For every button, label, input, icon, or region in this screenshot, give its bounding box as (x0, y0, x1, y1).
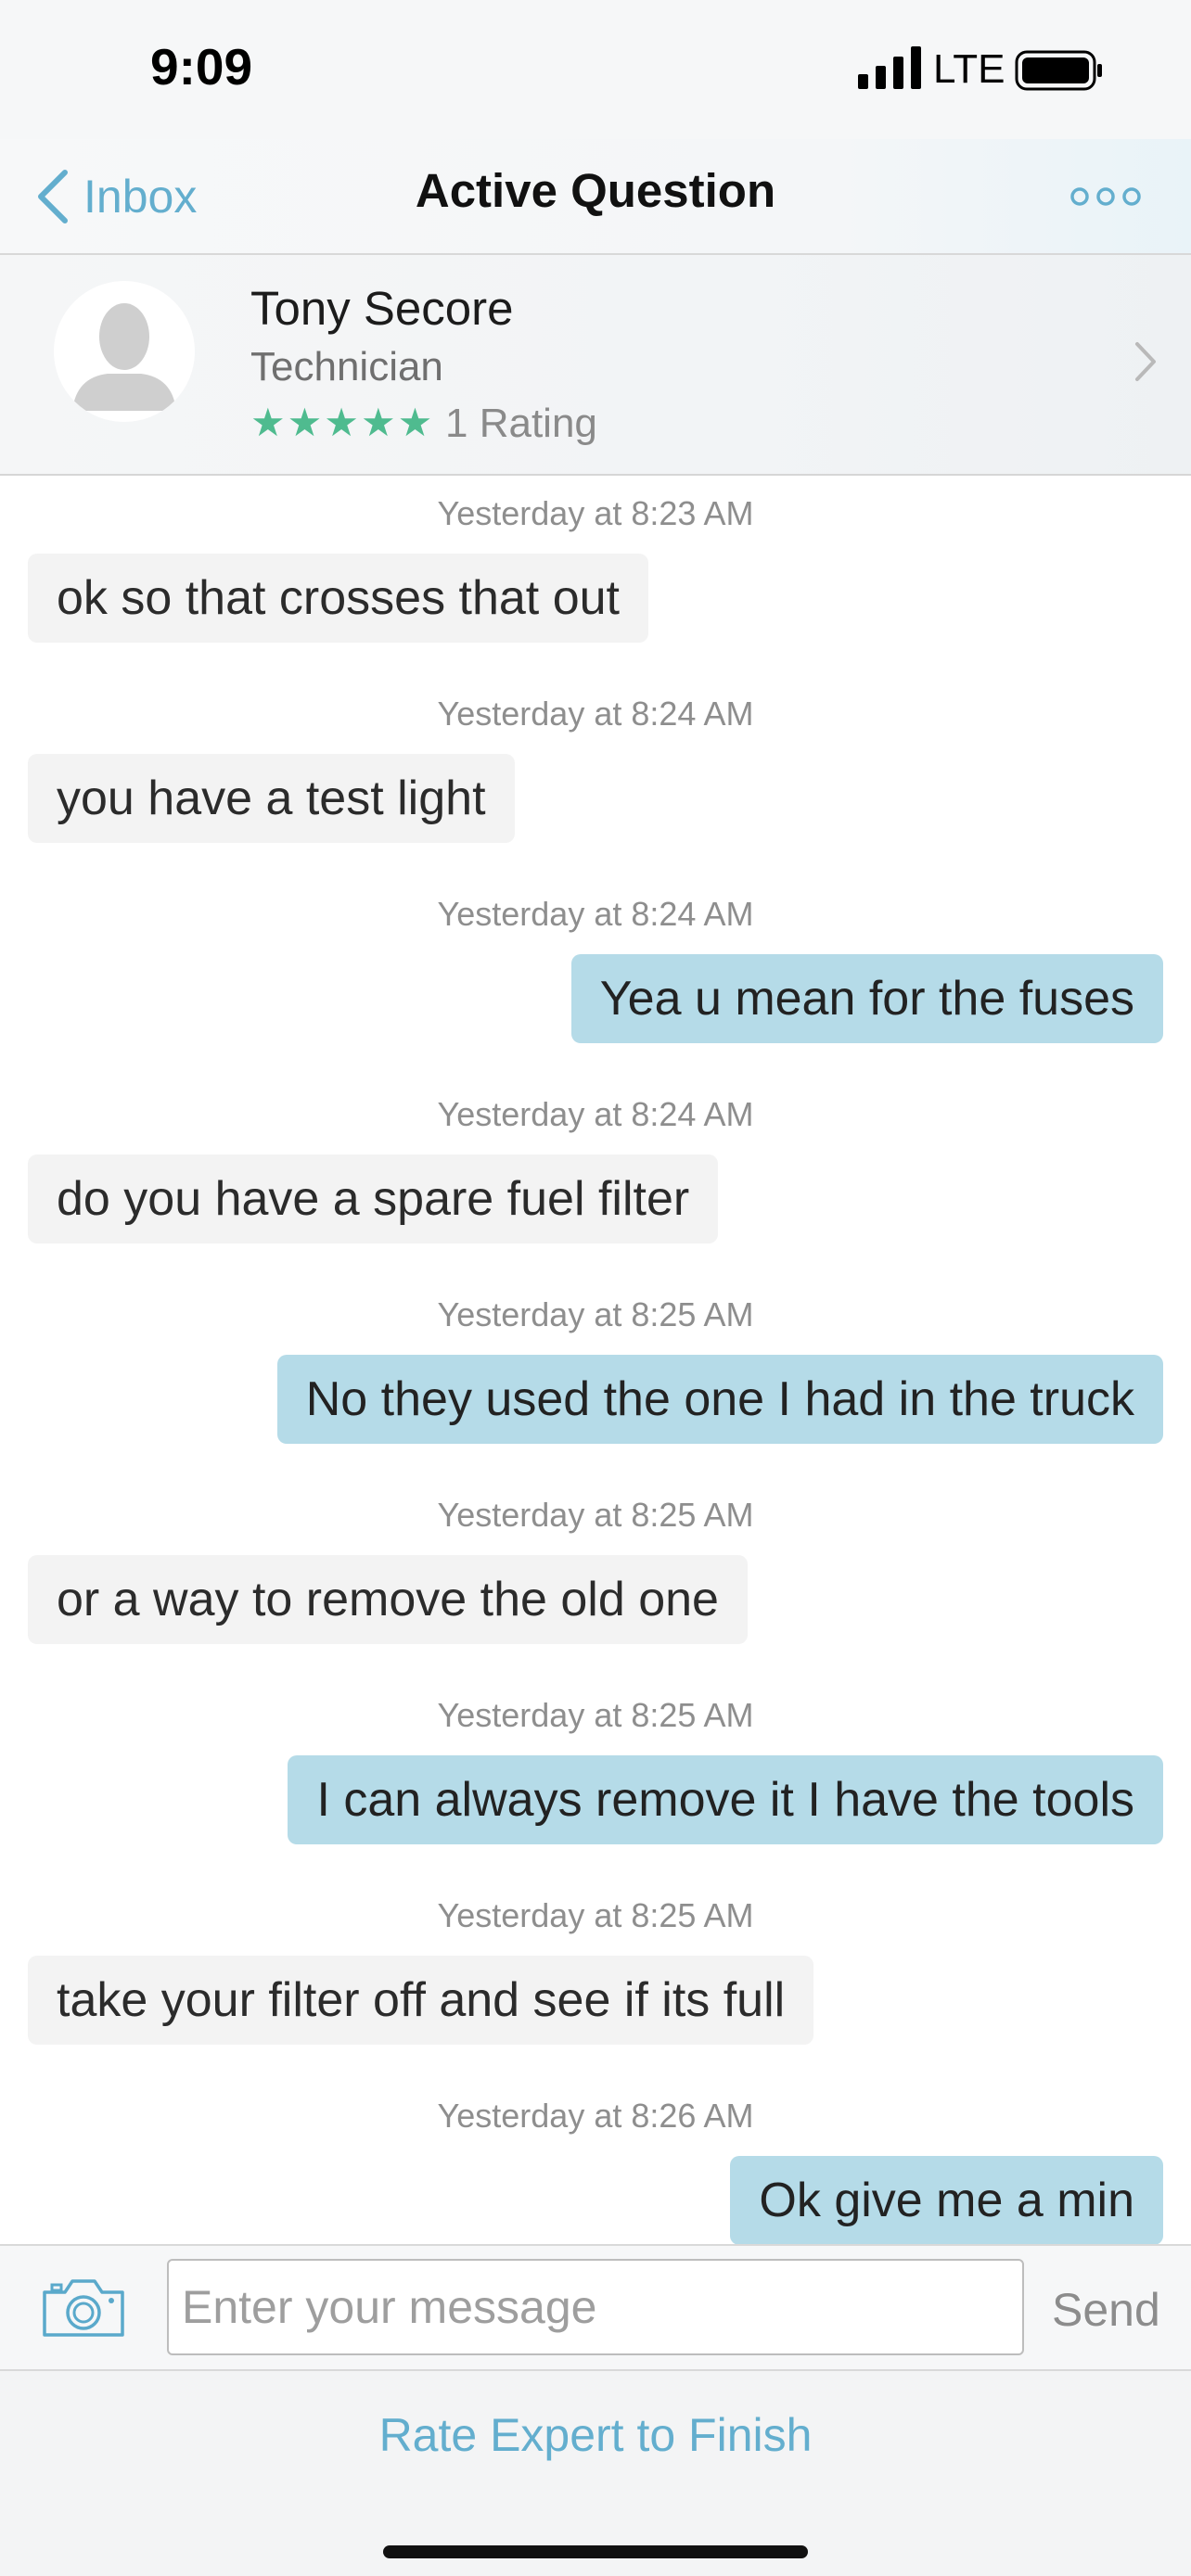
message-timestamp: Yesterday at 8:25 AM (437, 1496, 754, 1534)
message-row: Yesterday at 8:25 AM take your filter off… (0, 1878, 1191, 2078)
status-time: 9:09 (150, 38, 253, 96)
message-timestamp: Yesterday at 8:23 AM (437, 494, 754, 532)
message-row: Yesterday at 8:26 AM Ok give me a min (0, 2078, 1191, 2244)
cellular-signal-icon (858, 46, 921, 89)
send-button[interactable]: Send (1052, 2283, 1160, 2337)
message-row: Yesterday at 8:25 AM or a way to remove t… (0, 1477, 1191, 1677)
message-thread[interactable]: Yesterday at 8:23 AM ok so that crosses t… (0, 476, 1191, 2244)
rate-footer: Rate Expert to Finish (0, 2369, 1191, 2576)
message-input[interactable] (167, 2259, 1024, 2355)
status-bar: 9:09 LTE (0, 0, 1191, 139)
incoming-message-bubble[interactable]: take your filter off and see if its full (28, 1956, 814, 2045)
outgoing-message-bubble[interactable]: No they used the one I had in the truck (276, 1355, 1163, 1444)
message-row: Yesterday at 8:24 AM Yea u mean for the f… (0, 876, 1191, 1077)
message-timestamp: Yesterday at 8:24 AM (437, 1095, 754, 1133)
expert-card[interactable]: Tony Secore Technician ★★★★★ 1 Rating (0, 255, 1191, 476)
network-type: LTE (933, 46, 1005, 92)
message-composer: Send (0, 2244, 1191, 2369)
message-row: Yesterday at 8:23 AM ok so that crosses t… (0, 476, 1191, 676)
incoming-message-bubble[interactable]: or a way to remove the old one (28, 1555, 748, 1644)
message-timestamp: Yesterday at 8:25 AM (437, 1696, 754, 1734)
outgoing-message-bubble[interactable]: I can always remove it I have the tools (288, 1755, 1163, 1844)
expert-role: Technician (250, 344, 443, 389)
message-timestamp: Yesterday at 8:24 AM (437, 895, 754, 933)
rating-count: 1 Rating (445, 401, 597, 446)
message-row: Yesterday at 8:24 AM you have a test ligh… (0, 676, 1191, 876)
person-placeholder-icon (54, 281, 195, 422)
battery-icon (1015, 50, 1104, 91)
message-timestamp: Yesterday at 8:25 AM (437, 1295, 754, 1333)
message-timestamp: Yesterday at 8:26 AM (437, 2097, 754, 2135)
expert-name: Tony Secore (250, 282, 514, 335)
message-row: Yesterday at 8:25 AM I can always remove … (0, 1677, 1191, 1878)
outgoing-message-bubble[interactable]: Ok give me a min (730, 2156, 1163, 2244)
incoming-message-bubble[interactable]: you have a test light (28, 754, 515, 843)
camera-icon[interactable] (39, 2274, 128, 2340)
star-rating-icon: ★★★★★ (250, 401, 435, 444)
chevron-right-icon (1133, 340, 1158, 383)
rate-expert-button[interactable]: Rate Expert to Finish (0, 2408, 1191, 2462)
message-row: Yesterday at 8:25 AM No they used the one… (0, 1277, 1191, 1477)
outgoing-message-bubble[interactable]: Yea u mean for the fuses (570, 954, 1163, 1043)
message-row: Yesterday at 8:24 AM do you have a spare … (0, 1077, 1191, 1277)
home-indicator[interactable] (383, 2545, 808, 2558)
message-timestamp: Yesterday at 8:24 AM (437, 695, 754, 733)
incoming-message-bubble[interactable]: do you have a spare fuel filter (28, 1154, 719, 1243)
message-timestamp: Yesterday at 8:25 AM (437, 1896, 754, 1934)
incoming-message-bubble[interactable]: ok so that crosses that out (28, 554, 648, 643)
avatar (54, 281, 195, 422)
nav-bar: Inbox Active Question (0, 139, 1191, 255)
page-title: Active Question (415, 164, 776, 217)
more-dots-icon[interactable] (1070, 176, 1141, 217)
